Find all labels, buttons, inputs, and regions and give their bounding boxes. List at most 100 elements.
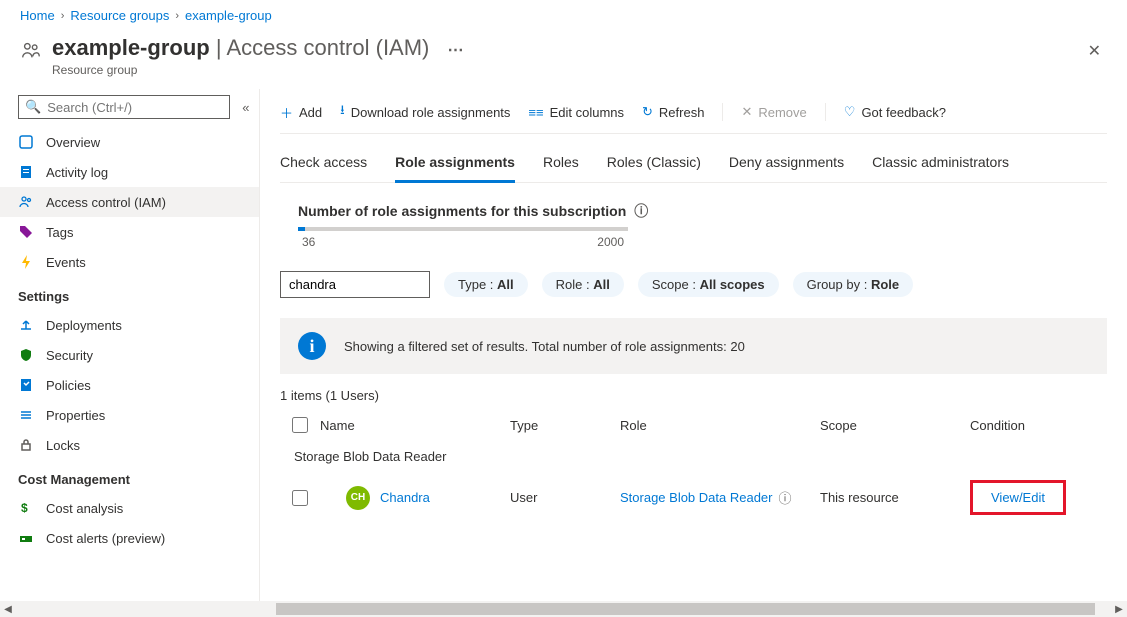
- sidebar-item-label: Access control (IAM): [46, 195, 166, 210]
- sidebar-search[interactable]: 🔍: [18, 95, 230, 119]
- lock-icon: [18, 437, 34, 453]
- table-row: CH Chandra User Storage Blob Data Reader…: [280, 472, 1107, 523]
- avatar: CH: [346, 486, 370, 510]
- filter-scope[interactable]: Scope : All scopes: [638, 272, 779, 297]
- row-checkbox[interactable]: [292, 490, 308, 506]
- select-all-checkbox[interactable]: [292, 417, 308, 433]
- breadcrumb-home[interactable]: Home: [20, 8, 55, 23]
- sidebar-item-access-control[interactable]: Access control (IAM): [0, 187, 259, 217]
- properties-icon: [18, 407, 34, 423]
- more-icon[interactable]: ⋯: [448, 42, 464, 59]
- filter-type[interactable]: Type : All: [444, 272, 528, 297]
- sidebar-item-tags[interactable]: Tags: [0, 217, 259, 247]
- info-icon[interactable]: ⓘ: [778, 488, 791, 507]
- row-role-link[interactable]: Storage Blob Data Reader: [620, 490, 772, 505]
- remove-icon: ✕: [741, 104, 752, 120]
- user-name-link[interactable]: Chandra: [380, 490, 430, 505]
- separator: [825, 103, 826, 121]
- column-name[interactable]: Name: [320, 418, 510, 433]
- log-icon: [18, 164, 34, 180]
- toolbar-label: Got feedback?: [861, 105, 946, 120]
- sidebar-item-overview[interactable]: Overview: [0, 127, 259, 157]
- column-role[interactable]: Role: [620, 418, 820, 433]
- breadcrumb: Home › Resource groups › example-group: [0, 0, 1127, 31]
- page-header: example-group | Access control (IAM) ⋯ R…: [0, 31, 1127, 89]
- filter-role[interactable]: Role : All: [542, 272, 624, 297]
- column-condition[interactable]: Condition: [970, 418, 1090, 433]
- alerts-icon: [18, 530, 34, 546]
- scroll-right-icon[interactable]: ▶: [1111, 601, 1127, 617]
- tab-role-assignments[interactable]: Role assignments: [395, 148, 515, 183]
- row-scope: This resource: [820, 490, 970, 505]
- toolbar-label: Remove: [758, 105, 806, 120]
- tab-roles-classic[interactable]: Roles (Classic): [607, 148, 701, 182]
- collapse-sidebar-button[interactable]: «: [238, 96, 253, 119]
- refresh-icon: ↻: [642, 104, 653, 120]
- sidebar-item-properties[interactable]: Properties: [0, 400, 259, 430]
- add-button[interactable]: ＋Add: [280, 103, 322, 122]
- svg-text:$: $: [21, 501, 28, 515]
- sidebar-item-locks[interactable]: Locks: [0, 430, 259, 460]
- toolbar: ＋Add ⭳Download role assignments ≡≡Edit c…: [280, 97, 1107, 134]
- people-icon: [20, 39, 42, 64]
- highlight-box: View/Edit: [970, 480, 1066, 515]
- info-icon[interactable]: ⓘ: [634, 201, 648, 221]
- sidebar-search-input[interactable]: [47, 100, 223, 115]
- close-button[interactable]: ✕: [1082, 35, 1107, 67]
- sidebar-item-cost-analysis[interactable]: $Cost analysis: [0, 493, 259, 523]
- sidebar-item-activity-log[interactable]: Activity log: [0, 157, 259, 187]
- info-icon: i: [298, 332, 326, 360]
- column-type[interactable]: Type: [510, 418, 620, 433]
- sidebar-item-security[interactable]: Security: [0, 340, 259, 370]
- chevron-right-icon: ›: [175, 10, 179, 22]
- table-header: Name Type Role Scope Condition: [280, 409, 1107, 441]
- feedback-button[interactable]: ♡Got feedback?: [844, 104, 946, 120]
- filter-group-by[interactable]: Group by : Role: [793, 272, 914, 297]
- toolbar-label: Edit columns: [550, 105, 624, 120]
- sidebar-section-cost: Cost Management: [0, 460, 259, 493]
- sidebar-item-label: Overview: [46, 135, 100, 150]
- sidebar-item-policies[interactable]: Policies: [0, 370, 259, 400]
- role-count-section: Number of role assignments for this subs…: [280, 183, 1107, 249]
- column-scope[interactable]: Scope: [820, 418, 970, 433]
- scrollbar-thumb[interactable]: [276, 603, 1095, 615]
- deploy-icon: [18, 317, 34, 333]
- tab-roles[interactable]: Roles: [543, 148, 579, 182]
- sidebar-item-label: Deployments: [46, 318, 122, 333]
- view-edit-link[interactable]: View/Edit: [991, 490, 1045, 505]
- sidebar-item-label: Cost alerts (preview): [46, 531, 165, 546]
- page-title: example-group | Access control (IAM) ⋯: [52, 35, 464, 61]
- items-count: 1 items (1 Users): [280, 374, 1107, 409]
- cost-icon: $: [18, 500, 34, 516]
- chevron-right-icon: ›: [61, 10, 65, 22]
- sidebar-item-events[interactable]: Events: [0, 247, 259, 277]
- sidebar-item-deployments[interactable]: Deployments: [0, 310, 259, 340]
- tab-check-access[interactable]: Check access: [280, 148, 367, 182]
- edit-columns-button[interactable]: ≡≡Edit columns: [528, 105, 624, 120]
- sidebar-item-label: Security: [46, 348, 93, 363]
- shield-icon: [18, 347, 34, 363]
- row-type: User: [510, 490, 620, 505]
- breadcrumb-resource-groups[interactable]: Resource groups: [70, 8, 169, 23]
- sidebar: 🔍 « Overview Activity log Access control…: [0, 89, 260, 616]
- tab-classic-administrators[interactable]: Classic administrators: [872, 148, 1009, 182]
- sidebar-section-settings: Settings: [0, 277, 259, 310]
- refresh-button[interactable]: ↻ Refresh: [642, 104, 704, 120]
- scroll-left-icon[interactable]: ◀: [0, 601, 16, 617]
- remove-button: ✕ Remove: [741, 104, 806, 120]
- sidebar-item-label: Events: [46, 255, 86, 270]
- sidebar-item-cost-alerts[interactable]: Cost alerts (preview): [0, 523, 259, 553]
- count-current: 36: [302, 235, 315, 249]
- group-header[interactable]: Storage Blob Data Reader: [280, 441, 1107, 472]
- main-content: ＋Add ⭳Download role assignments ≡≡Edit c…: [260, 89, 1127, 616]
- tab-deny-assignments[interactable]: Deny assignments: [729, 148, 844, 182]
- breadcrumb-current[interactable]: example-group: [185, 8, 272, 23]
- horizontal-scrollbar[interactable]: ◀ ▶: [0, 601, 1127, 617]
- toolbar-label: Refresh: [659, 105, 705, 120]
- sidebar-item-label: Properties: [46, 408, 105, 423]
- download-button[interactable]: ⭳Download role assignments: [340, 101, 510, 123]
- count-progress-bar: [298, 227, 628, 231]
- events-icon: [18, 254, 34, 270]
- toolbar-label: Download role assignments: [351, 105, 511, 120]
- filter-search-input[interactable]: [280, 271, 430, 298]
